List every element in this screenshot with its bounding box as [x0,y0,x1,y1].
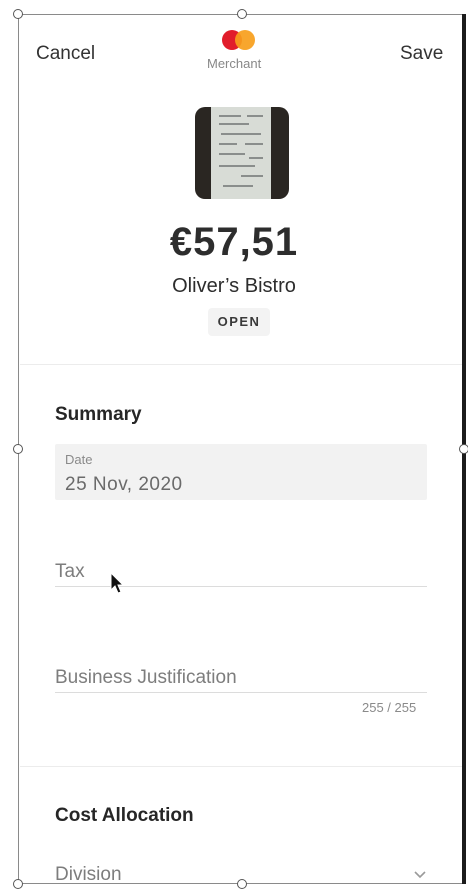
section-divider [20,766,462,767]
resize-handle-top-center[interactable] [237,9,247,19]
section-divider [20,364,462,365]
date-field[interactable]: Date 25 Nov, 2020 [55,444,427,500]
save-button[interactable]: Save [400,43,443,65]
mastercard-logo-icon[interactable] [222,28,262,52]
mouse-cursor-icon [110,572,125,594]
tax-placeholder: Tax [55,561,85,582]
expense-amount: €57,51 [169,220,299,264]
receipt-thumbnail[interactable] [195,107,289,199]
cost-allocation-title: Cost Allocation [55,805,194,826]
merchant-label[interactable]: Merchant [207,56,261,71]
resize-handle-middle-left[interactable] [13,444,23,454]
vendor-name: Oliver’s Bistro [172,275,296,297]
resize-handle-top-left[interactable] [13,9,23,19]
business-justification-input[interactable]: Business Justification [55,667,427,693]
division-select[interactable]: Division [55,864,427,888]
date-value: 25 Nov, 2020 [65,474,183,495]
division-placeholder: Division [55,864,122,885]
chevron-down-icon[interactable] [412,866,428,882]
date-label: Date [65,452,93,467]
status-badge: OPEN [208,308,270,336]
business-justification-placeholder: Business Justification [55,667,237,688]
summary-title: Summary [55,404,142,425]
resize-handle-middle-right[interactable] [459,444,468,454]
cancel-button[interactable]: Cancel [36,43,95,65]
character-counter: 255 / 255 [362,700,417,715]
